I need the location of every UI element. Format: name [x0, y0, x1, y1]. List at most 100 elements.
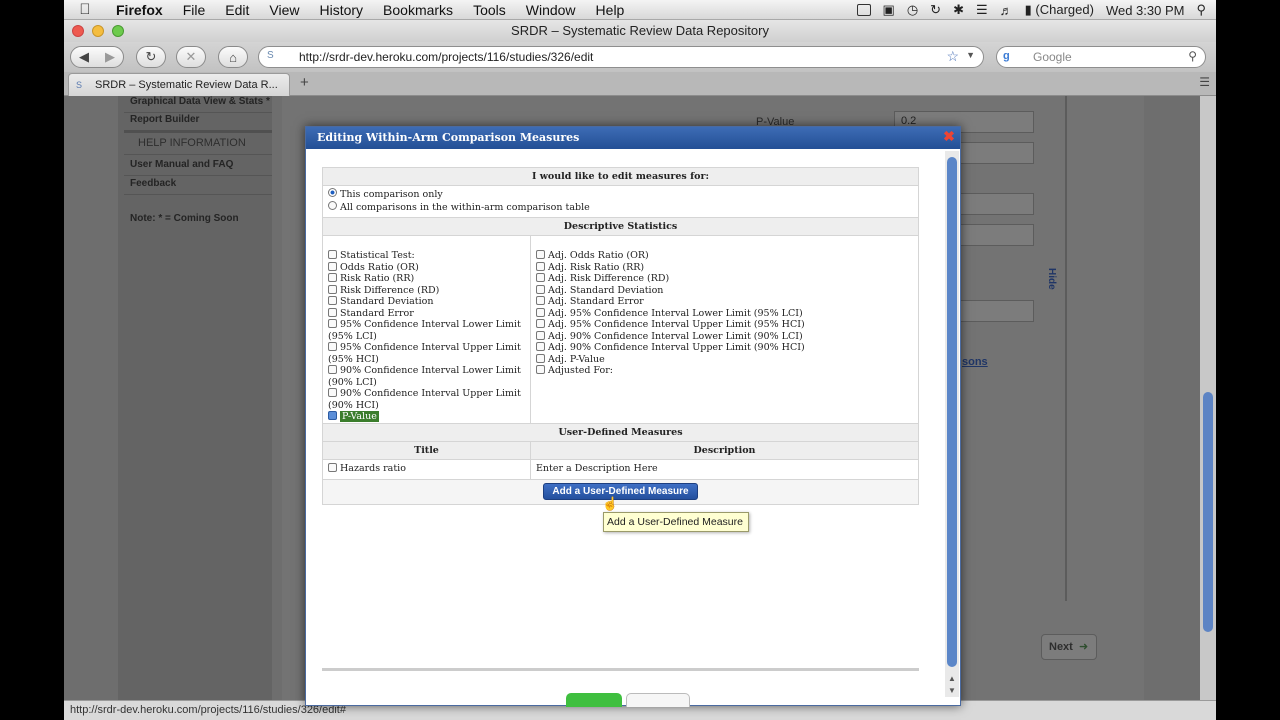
wifi-icon[interactable]: ☰ [976, 2, 988, 18]
checkbox-icon[interactable] [328, 365, 337, 374]
search-bar[interactable]: g Google ⚲ [996, 46, 1206, 68]
menu-window[interactable]: Window [516, 2, 586, 18]
checkbox-icon[interactable] [328, 307, 337, 317]
back-forward-buttons[interactable]: ◀ ▶ [70, 46, 124, 68]
dialog-scrollbar-thumb[interactable] [947, 157, 957, 667]
checkbox-icon[interactable] [328, 463, 337, 472]
battery-status[interactable]: ▮ (Charged) [1025, 2, 1094, 18]
checkbox-icon[interactable] [536, 296, 545, 305]
search-placeholder[interactable]: Google [1033, 50, 1072, 64]
dialog-scrollbar[interactable]: ▲ ▼ [945, 151, 959, 697]
measure-option[interactable]: Adj. Standard Error [531, 296, 918, 308]
measure-option[interactable]: Adj. 90% Confidence Interval Lower Limit… [531, 330, 918, 343]
menu-view[interactable]: View [259, 2, 309, 18]
checkbox-icon[interactable] [328, 284, 337, 294]
measure-option[interactable]: Statistical Test: [323, 250, 530, 262]
measure-option[interactable]: Standard Deviation [323, 296, 530, 308]
apple-icon[interactable]:  [64, 1, 106, 18]
checkbox-icon[interactable] [328, 250, 337, 259]
spotlight-icon[interactable]: ⚲ [1196, 2, 1206, 18]
checkbox-icon[interactable] [536, 365, 545, 374]
camera-icon[interactable]: ▣ [883, 2, 895, 18]
checkbox-icon[interactable] [536, 250, 545, 259]
sidebar-item-feedback[interactable]: Feedback [130, 178, 176, 189]
sidebar-item-user-manual[interactable]: User Manual and FAQ [130, 159, 233, 170]
page-scrollbar[interactable] [1200, 96, 1216, 700]
scope-option-all[interactable]: All comparisons in the within-arm compar… [323, 201, 918, 214]
checkbox-icon[interactable] [328, 388, 337, 397]
measure-option[interactable]: 90% Confidence Interval Lower Limit (90%… [323, 365, 530, 388]
measure-option[interactable]: Adj. P-Value [531, 353, 918, 366]
tab-list-icon[interactable]: ☰ [1199, 75, 1210, 89]
checkbox-icon[interactable] [328, 273, 337, 282]
sidebar-item-graphical-data[interactable]: Graphical Data View & Stats * [130, 96, 270, 107]
home-button[interactable]: ⌂ [218, 46, 248, 68]
measure-option[interactable]: Adj. Risk Difference (RD) [531, 273, 918, 285]
minimize-window-button[interactable] [92, 25, 104, 37]
menu-bookmarks[interactable]: Bookmarks [373, 2, 463, 18]
sidebar-item-report-builder[interactable]: Report Builder [130, 114, 199, 125]
measure-option[interactable]: Risk Difference (RD) [323, 284, 530, 297]
url-text[interactable]: http://srdr-dev.heroku.com/projects/116/… [299, 50, 593, 64]
checkbox-icon[interactable] [536, 319, 545, 328]
user-measure-title-cell[interactable]: Hazards ratio [322, 459, 531, 480]
measure-option[interactable]: Adj. Standard Deviation [531, 284, 918, 297]
radio-selected-icon[interactable] [328, 188, 337, 197]
hide-link[interactable]: Hide [1046, 268, 1057, 290]
google-icon[interactable]: g [1003, 50, 1010, 62]
measure-option[interactable]: Standard Error [323, 307, 530, 320]
comparisons-link[interactable]: sons [962, 356, 988, 368]
checkbox-icon[interactable] [328, 342, 337, 351]
menu-tools[interactable]: Tools [463, 2, 516, 18]
zoom-window-button[interactable] [112, 25, 124, 37]
url-bar[interactable]: S http://srdr-dev.heroku.com/projects/11… [258, 46, 984, 68]
checkbox-icon[interactable] [536, 284, 545, 294]
new-tab-icon[interactable]: + [300, 74, 309, 91]
measure-option[interactable]: Adj. 95% Confidence Interval Lower Limit… [531, 307, 918, 320]
next-button[interactable]: Next ➜ [1041, 634, 1097, 660]
dialog-title-bar[interactable]: Editing Within-Arm Comparison Measures ✖ [306, 127, 960, 149]
measure-option[interactable]: Adj. 95% Confidence Interval Upper Limit… [531, 319, 918, 331]
window-icon[interactable] [856, 4, 871, 16]
measure-option[interactable]: Adj. Risk Ratio (RR) [531, 261, 918, 274]
stop-button[interactable]: ✕ [176, 46, 206, 68]
measure-option[interactable]: Adjusted For: [531, 365, 918, 377]
checkbox-icon[interactable] [536, 307, 545, 317]
checkbox-icon[interactable] [328, 296, 337, 305]
tab-srdr[interactable]: S SRDR – Systematic Review Data R... [68, 73, 290, 96]
close-window-button[interactable] [72, 25, 84, 37]
checkbox-icon[interactable] [536, 330, 545, 340]
page-scrollbar-thumb[interactable] [1203, 392, 1213, 632]
measure-option-pvalue[interactable]: P-Value [323, 411, 530, 423]
checkbox-icon[interactable] [328, 319, 337, 328]
time-machine-icon[interactable]: ↻ [930, 2, 941, 18]
save-button[interactable] [566, 693, 622, 707]
bluetooth-icon[interactable]: ✱ [953, 2, 964, 18]
menu-file[interactable]: File [173, 2, 216, 18]
user-measure-description[interactable]: Enter a Description Here [536, 463, 658, 474]
checkbox-icon[interactable] [328, 261, 337, 271]
forward-arrow-icon[interactable]: ▶ [105, 49, 115, 65]
cancel-button[interactable] [626, 693, 690, 707]
measure-option[interactable]: Adj. Odds Ratio (OR) [531, 250, 918, 262]
checkbox-icon[interactable] [536, 261, 545, 271]
measure-option[interactable]: Risk Ratio (RR) [323, 273, 530, 285]
measure-option[interactable]: 95% Confidence Interval Lower Limit (95%… [323, 319, 530, 342]
checkbox-checked-icon[interactable] [328, 411, 337, 420]
measure-option[interactable]: 95% Confidence Interval Upper Limit (95%… [323, 342, 530, 365]
radio-icon[interactable] [328, 201, 337, 210]
clock-icon[interactable]: ◷ [907, 2, 918, 18]
scope-option-this[interactable]: This comparison only [323, 188, 918, 201]
measure-option[interactable]: Odds Ratio (OR) [323, 261, 530, 274]
scroll-down-icon[interactable]: ▼ [948, 686, 956, 695]
dialog-close-icon[interactable]: ✖ [942, 130, 956, 144]
measure-option[interactable]: Adj. 90% Confidence Interval Upper Limit… [531, 342, 918, 354]
reload-button[interactable]: ↻ [136, 46, 166, 68]
menu-app-name[interactable]: Firefox [106, 2, 173, 18]
measure-option[interactable]: 90% Confidence Interval Upper Limit (90%… [323, 388, 530, 411]
checkbox-icon[interactable] [536, 353, 545, 363]
menu-clock[interactable]: Wed 3:30 PM [1106, 3, 1185, 18]
url-dropdown-icon[interactable]: ▼ [966, 50, 975, 60]
checkbox-icon[interactable] [536, 342, 545, 351]
scroll-up-icon[interactable]: ▲ [948, 674, 956, 683]
